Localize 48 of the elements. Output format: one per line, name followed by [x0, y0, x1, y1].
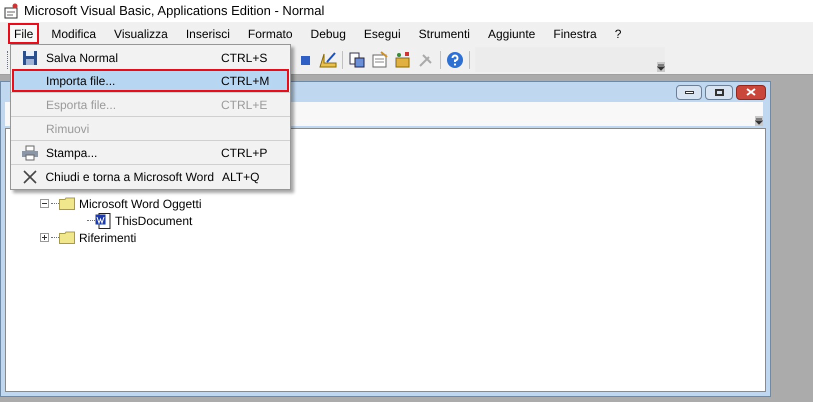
menu-item[interactable]: Formato	[242, 23, 299, 44]
object-browser-icon[interactable]	[394, 50, 412, 68]
tree-item[interactable]: Riferimenti	[79, 228, 136, 246]
project-explorer-icon[interactable]	[348, 50, 366, 68]
close-icon	[746, 88, 756, 96]
document-icon	[95, 212, 111, 229]
menu-entry-label: Esporta file...	[46, 96, 118, 114]
menu-item[interactable]: ?	[608, 23, 628, 44]
help-icon[interactable]	[446, 50, 464, 68]
menu-item[interactable]: Debug	[304, 23, 352, 44]
menu-item[interactable]: Visualizza	[108, 23, 174, 44]
menu-item[interactable]: Finestra	[547, 23, 603, 44]
close-button[interactable]	[736, 84, 766, 100]
menu-entry[interactable]: Chiudi e torna a Microsoft Word ALT+Q	[12, 165, 289, 188]
printer-icon	[21, 144, 39, 160]
shortcut-label: CTRL+E	[221, 96, 268, 114]
expand-icon[interactable]	[40, 233, 49, 242]
shortcut-label: CTRL+M	[221, 72, 270, 90]
shortcut-label: ALT+Q	[222, 168, 260, 186]
restore-button[interactable]	[705, 84, 733, 100]
dropdown-arrow-icon[interactable]	[657, 62, 665, 72]
menu-entry-label: Salva Normal	[46, 50, 120, 66]
menu-entry-label: Chiudi e torna a Microsoft Word	[46, 168, 214, 186]
menu-entry-label: Stampa...	[46, 144, 98, 162]
app-icon	[4, 3, 20, 19]
menu-item[interactable]: Aggiunte	[482, 23, 542, 44]
close-icon	[22, 170, 37, 184]
menu-item[interactable]: Esegui	[358, 23, 407, 44]
menu-entry[interactable]: Stampa... CTRL+P	[12, 141, 289, 164]
ruler-pencil-icon[interactable]	[319, 50, 337, 68]
window-title: Microsoft Visual Basic, Applications Edition - Normal	[24, 2, 324, 20]
menu-item[interactable]: Modifica	[45, 23, 102, 44]
properties-icon[interactable]	[371, 50, 389, 68]
tree-item[interactable]: ThisDocument	[115, 212, 192, 230]
dropdown-arrow-icon[interactable]	[755, 116, 763, 126]
shortcut-label: CTRL+S	[221, 50, 268, 66]
menu-entry[interactable]: Importa file... CTRL+M	[12, 69, 289, 92]
menu-item[interactable]: Inserisci	[180, 23, 236, 44]
menu-item[interactable]: File	[8, 23, 40, 44]
menu-entry-label: Importa file...	[46, 72, 116, 90]
collapse-icon[interactable]	[40, 199, 49, 208]
menu-item[interactable]: Strumenti	[412, 23, 476, 44]
shortcut-label: CTRL+P	[221, 144, 268, 162]
folder-icon	[59, 231, 75, 244]
folder-icon	[59, 197, 75, 210]
tree-item[interactable]: Microsoft Word Oggetti	[79, 194, 202, 212]
menu-entry-label: Rimuovi	[46, 120, 90, 138]
minimize-button[interactable]	[676, 84, 702, 100]
